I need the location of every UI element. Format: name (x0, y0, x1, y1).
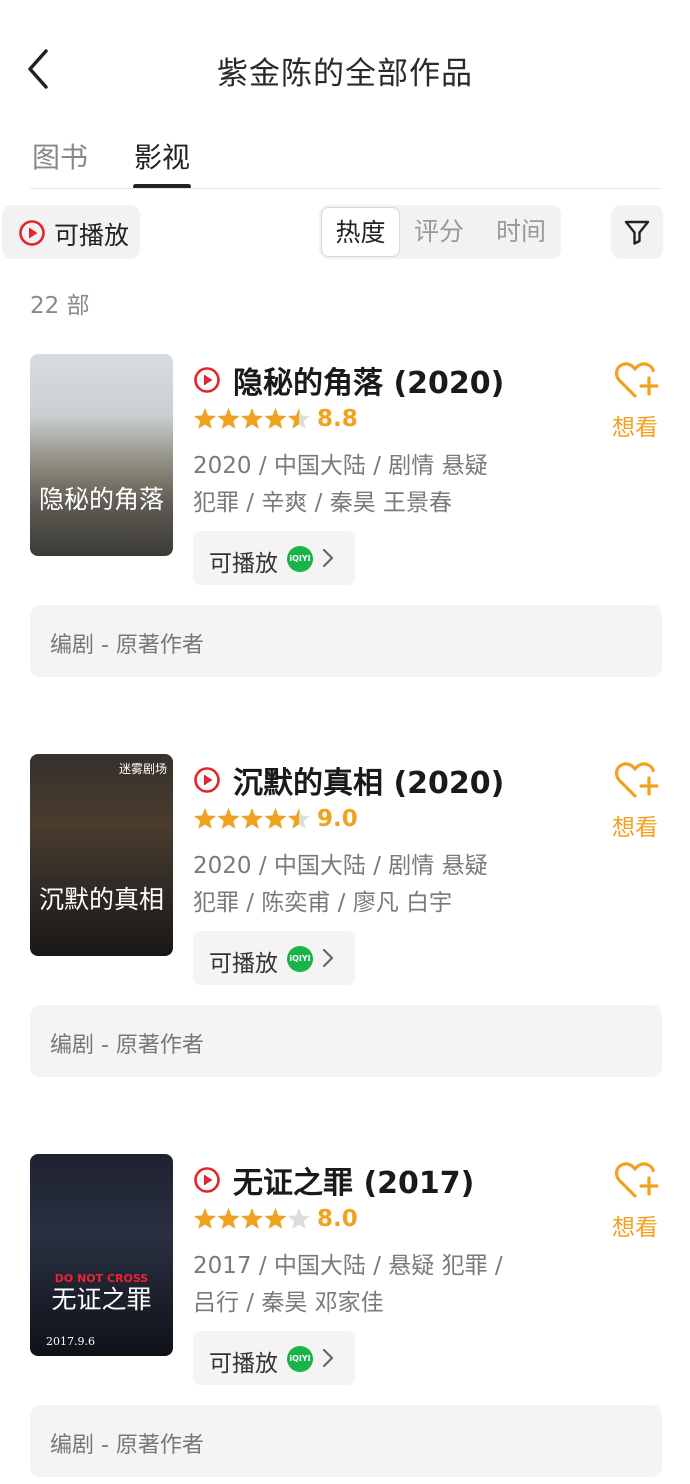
poster-image[interactable]: DO NOT CROSS 无证之罪 2017.9.6 (30, 1154, 173, 1356)
poster-date-text: 2017.9.6 (46, 1335, 95, 1348)
sort-segmented-control: 热度 评分 时间 (319, 205, 561, 259)
work-item[interactable]: 隐秘的角落 隐秘的角落 (2020) 8.8 2020 / 中国大陆 / 剧情 … (0, 354, 690, 684)
star-icon-filled (217, 408, 240, 429)
star-icon-filled (217, 1208, 240, 1229)
want-to-watch-button[interactable]: 想看 (608, 1158, 668, 1244)
star-icon-filled (264, 1208, 287, 1229)
page-title: 紫金陈的全部作品 (217, 56, 473, 92)
playable-filter-button[interactable]: 可播放 (2, 205, 140, 259)
poster-title-text: 隐秘的角落 (38, 485, 164, 514)
star-icon-filled (194, 808, 216, 829)
tab-books[interactable]: 图书 (32, 136, 88, 176)
role-text: 编剧 - 原著作者 (50, 1033, 204, 1058)
role-box: 编剧 - 原著作者 (30, 1405, 662, 1477)
work-item[interactable]: 迷雾剧场 沉默的真相 沉默的真相 (2020) 9.0 2020 / 中国大陆 … (0, 754, 690, 1084)
play-source-label: 可播放 (209, 551, 278, 577)
want-to-watch-label: 想看 (612, 415, 658, 441)
heart-plus-icon (615, 362, 659, 398)
funnel-icon (624, 220, 650, 245)
work-title[interactable]: 无证之罪 (2017) (233, 1158, 474, 1202)
want-to-watch-button[interactable]: 想看 (608, 758, 668, 844)
want-to-watch-button[interactable]: 想看 (608, 358, 668, 444)
role-box: 编剧 - 原著作者 (30, 1005, 662, 1077)
work-meta-line: 2020 / 中国大陆 / 剧情 悬疑 (193, 853, 488, 879)
role-text: 编剧 - 原著作者 (50, 1433, 204, 1458)
play-circle-icon (194, 367, 220, 393)
header: 紫金陈的全部作品 (0, 0, 690, 135)
star-icon-filled (264, 408, 287, 429)
work-meta-line: 2020 / 中国大陆 / 剧情 悬疑 (193, 453, 488, 479)
chevron-right-icon (322, 548, 334, 568)
work-meta-line: 2017 / 中国大陆 / 悬疑 犯罪 / (193, 1253, 503, 1279)
star-icon-filled (241, 1208, 263, 1229)
star-rating (194, 1208, 310, 1229)
poster-image[interactable]: 迷雾剧场 沉默的真相 (30, 754, 173, 956)
play-circle-icon (19, 220, 45, 246)
poster-title-text: 无证之罪 (51, 1285, 152, 1314)
tab-video[interactable]: 影视 (134, 136, 190, 176)
heart-plus-icon (615, 1162, 659, 1198)
want-to-watch-label: 想看 (612, 1215, 658, 1241)
work-meta-line: 犯罪 / 陈奕甫 / 廖凡 白宇 (193, 890, 453, 916)
play-source-label: 可播放 (209, 951, 278, 977)
poster-badge-text: 迷雾剧场 (118, 762, 167, 776)
playable-filter-label: 可播放 (54, 221, 130, 250)
star-icon-filled (264, 808, 287, 829)
want-to-watch-label: 想看 (612, 815, 658, 841)
work-meta-line: 吕行 / 秦昊 邓家佳 (193, 1290, 384, 1316)
filter-button[interactable] (611, 205, 663, 259)
rating-value: 8.8 (317, 406, 358, 432)
star-rating (194, 808, 310, 829)
iqiyi-logo-icon: iQIYI (287, 546, 313, 572)
iqiyi-logo-icon: iQIYI (287, 946, 313, 972)
rating-value: 8.0 (317, 1206, 358, 1232)
sort-option-rating[interactable]: 评分 (411, 205, 467, 259)
play-source-label: 可播放 (209, 1351, 278, 1377)
rating-value: 9.0 (317, 806, 358, 832)
star-rating (194, 408, 310, 429)
work-meta-line: 犯罪 / 辛爽 / 秦昊 王景春 (193, 490, 453, 516)
star-icon-filled (241, 408, 263, 429)
play-circle-icon (194, 1167, 220, 1193)
star-icon-filled (194, 1208, 216, 1229)
star-icon-filled (241, 808, 263, 829)
result-count: 22 部 (30, 293, 90, 319)
star-icon-empty (288, 1208, 310, 1229)
heart-plus-icon (615, 762, 659, 798)
tab-bar: 图书 影视 (0, 130, 690, 190)
play-source-button[interactable]: 可播放 iQIYI (193, 1331, 355, 1385)
work-item[interactable]: DO NOT CROSS 无证之罪 2017.9.6 无证之罪 (2017) 8… (0, 1154, 690, 1484)
work-title[interactable]: 沉默的真相 (2020) (233, 758, 504, 802)
poster-title-text: 沉默的真相 (38, 885, 164, 914)
play-source-button[interactable]: 可播放 iQIYI (193, 531, 355, 585)
iqiyi-logo-icon: iQIYI (287, 1346, 313, 1372)
divider (30, 188, 662, 189)
role-box: 编剧 - 原著作者 (30, 605, 662, 677)
role-text: 编剧 - 原著作者 (50, 633, 204, 658)
chevron-right-icon (322, 1348, 334, 1368)
chevron-right-icon (322, 948, 334, 968)
sort-option-popularity[interactable]: 热度 (321, 207, 400, 257)
sort-option-time[interactable]: 时间 (493, 205, 549, 259)
play-source-button[interactable]: 可播放 iQIYI (193, 931, 355, 985)
star-icon-filled (194, 408, 216, 429)
poster-image[interactable]: 隐秘的角落 (30, 354, 173, 556)
work-title[interactable]: 隐秘的角落 (2020) (233, 358, 504, 402)
star-icon-filled (217, 808, 240, 829)
play-circle-icon (194, 767, 220, 793)
